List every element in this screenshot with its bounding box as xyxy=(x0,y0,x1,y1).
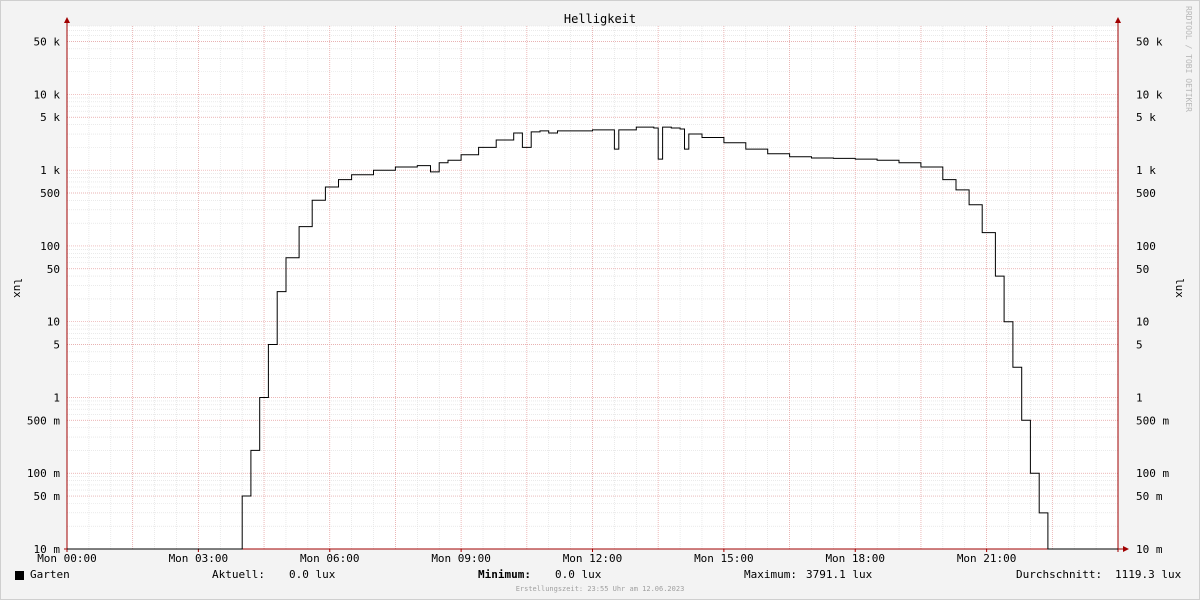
y-tick-label-left: 500 m xyxy=(27,414,60,427)
chart-title: Helligkeit xyxy=(564,12,636,26)
x-tick-label: Mon 12:00 xyxy=(563,552,623,565)
x-tick-label: Mon 21:00 xyxy=(957,552,1017,565)
y-tick-label-right: 5 k xyxy=(1136,111,1156,124)
legend-max-label: Maximum: xyxy=(744,568,797,581)
y-tick-label-left: 50 k xyxy=(34,35,61,48)
y-tick-label-right: 100 m xyxy=(1136,467,1169,480)
y-tick-label-left: 50 xyxy=(47,263,60,276)
y-tick-label-right: 5 xyxy=(1136,339,1143,352)
footer-timestamp: Erstellungszeit: 23:55 Uhr am 12.06.2023 xyxy=(515,585,685,593)
x-tick-label: Mon 06:00 xyxy=(300,552,360,565)
y-tick-label-right: 1 xyxy=(1136,391,1143,404)
legend-current-label: Aktuell: xyxy=(212,568,265,581)
y-tick-label-right: 500 xyxy=(1136,187,1156,200)
y-tick-label-left: 50 m xyxy=(34,490,61,503)
y-tick-label-right: 100 xyxy=(1136,240,1156,253)
y-tick-label-right: 10 m xyxy=(1136,543,1163,556)
y-tick-label-left: 1 xyxy=(53,391,60,404)
legend-avg-value: 1119.3 lux xyxy=(1115,568,1182,581)
legend-min-label: Minimum: xyxy=(478,568,531,581)
side-credit: RRDTOOL / TOBI OETIKER xyxy=(1184,6,1193,112)
y-axis-label-left: lux xyxy=(11,278,24,298)
y-tick-label-left: 500 xyxy=(40,187,60,200)
x-tick-label: Mon 18:00 xyxy=(825,552,885,565)
y-tick-label-left: 10 xyxy=(47,316,60,329)
legend-current-value: 0.0 lux xyxy=(289,568,336,581)
y-axis-label-right: lux xyxy=(1173,278,1186,298)
legend-max-value: 3791.1 lux xyxy=(806,568,873,581)
x-tick-label: Mon 09:00 xyxy=(431,552,491,565)
legend-min-value: 0.0 lux xyxy=(555,568,602,581)
y-tick-label-left: 100 m xyxy=(27,467,60,480)
x-tick-label: Mon 15:00 xyxy=(694,552,754,565)
chart-svg: 10 m 10 m50 m 50 m100 m 100 m500 m 500 m1 15 5… xyxy=(11,6,1193,565)
y-tick-label-left: 5 xyxy=(53,339,60,352)
y-tick-label-right: 10 k xyxy=(1136,88,1163,101)
y-tick-label-right: 50 k xyxy=(1136,35,1163,48)
y-tick-label-right: 1 k xyxy=(1136,164,1156,177)
x-axis-arrow xyxy=(1123,546,1129,552)
y-tick-label-left: 100 xyxy=(40,240,60,253)
y-tick-label-right: 50 xyxy=(1136,263,1149,276)
legend-series-name: Garten xyxy=(30,568,70,581)
legend-swatch xyxy=(15,571,24,580)
y-tick-label-right: 50 m xyxy=(1136,490,1163,503)
y-tick-label-left: 5 k xyxy=(40,111,60,124)
y-axis-arrow-left xyxy=(64,17,70,23)
y-tick-label-left: 10 k xyxy=(34,88,61,101)
x-tick-label: Mon 00:00 xyxy=(37,552,97,565)
legend-avg-label: Durchschnitt: xyxy=(1016,568,1103,581)
y-axis-arrow-right xyxy=(1115,17,1121,23)
y-tick-label-right: 500 m xyxy=(1136,414,1169,427)
y-tick-label-left: 1 k xyxy=(40,164,60,177)
y-tick-label-right: 10 xyxy=(1136,316,1149,329)
x-tick-label: Mon 03:00 xyxy=(169,552,229,565)
